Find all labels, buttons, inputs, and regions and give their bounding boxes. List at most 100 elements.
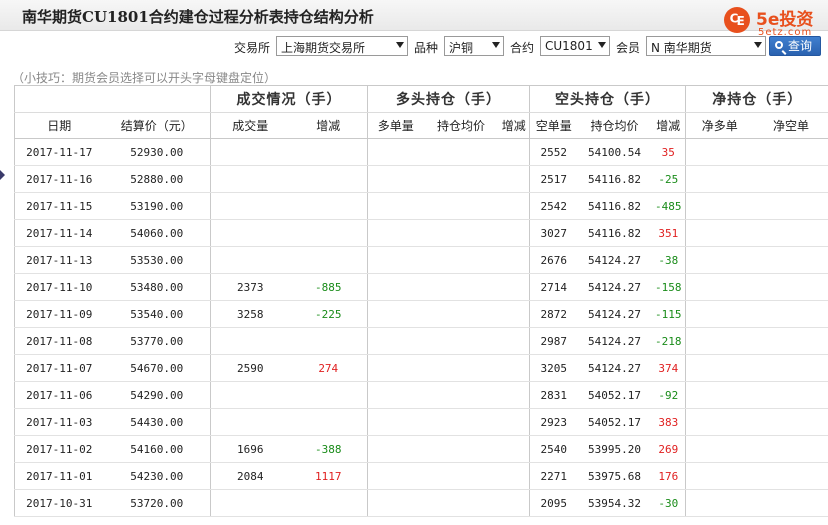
cell-short-avg: 54124.27 bbox=[577, 354, 652, 382]
cell-volume: 2590 bbox=[210, 354, 290, 382]
cell-volume: 2373 bbox=[210, 273, 290, 301]
cell-volume-change bbox=[289, 165, 368, 193]
cell-long-qty bbox=[367, 219, 424, 247]
position-table: 成交情况（手） 多头持仓（手） 空头持仓（手） 净持仓（手） 日期 结算价（元）… bbox=[14, 85, 828, 517]
cell-date: 2017-10-31 bbox=[14, 489, 104, 517]
cell-long-change bbox=[498, 354, 530, 382]
cell-net-long bbox=[685, 327, 754, 355]
col-volume: 成交量 bbox=[210, 112, 290, 139]
cell-short-change: -158 bbox=[651, 273, 686, 301]
cell-net-long bbox=[685, 408, 754, 436]
member-select[interactable]: N 南华期货 bbox=[646, 36, 766, 56]
cell-short-change: -38 bbox=[651, 246, 686, 274]
col-volume-change: 增减 bbox=[289, 112, 368, 139]
chevron-down-icon bbox=[754, 42, 762, 48]
cell-long-avg bbox=[423, 165, 499, 193]
table-row: 2017-11-07 54670.00 2590 274 3205 54124.27 374 bbox=[14, 354, 828, 382]
exchange-label: 交易所 bbox=[234, 41, 271, 55]
chevron-down-icon bbox=[396, 42, 404, 48]
cell-settle: 53480.00 bbox=[103, 273, 211, 301]
cell-short-avg: 54124.27 bbox=[577, 327, 652, 355]
table-row: 2017-10-31 53720.00 2095 53954.32 -30 bbox=[14, 489, 828, 517]
cell-net-long bbox=[685, 219, 754, 247]
cell-short-qty: 2872 bbox=[529, 300, 578, 328]
table-body: 2017-11-17 52930.00 2552 54100.54 35 2017-11-… bbox=[14, 138, 828, 517]
cell-volume bbox=[210, 327, 290, 355]
cell-short-qty: 3205 bbox=[529, 354, 578, 382]
cell-date: 2017-11-07 bbox=[14, 354, 104, 382]
cell-net-long bbox=[685, 165, 754, 193]
cell-volume-change bbox=[289, 246, 368, 274]
cell-net-short bbox=[753, 246, 828, 274]
cell-long-change bbox=[498, 327, 530, 355]
table-row: 2017-11-17 52930.00 2552 54100.54 35 bbox=[14, 138, 828, 166]
cell-short-avg: 54116.82 bbox=[577, 165, 652, 193]
col-long-avg: 持仓均价 bbox=[423, 112, 499, 139]
cell-volume-change bbox=[289, 192, 368, 220]
cell-short-avg: 54052.17 bbox=[577, 408, 652, 436]
cell-long-change bbox=[498, 381, 530, 409]
cell-short-qty: 2540 bbox=[529, 435, 578, 463]
cell-short-change: -25 bbox=[651, 165, 686, 193]
col-short-qty: 空单量 bbox=[529, 112, 578, 139]
cell-short-change: 374 bbox=[651, 354, 686, 382]
cell-volume bbox=[210, 246, 290, 274]
cell-volume-change bbox=[289, 219, 368, 247]
cell-net-short bbox=[753, 462, 828, 490]
site-logo[interactable]: ₠ 5e投资 5etz.com bbox=[720, 4, 828, 38]
cell-net-short bbox=[753, 408, 828, 436]
cell-volume: 3258 bbox=[210, 300, 290, 328]
query-button[interactable]: 查询 bbox=[769, 36, 821, 56]
exchange-select[interactable]: 上海期货交易所 bbox=[276, 36, 408, 56]
contract-select[interactable]: CU1801 bbox=[540, 36, 610, 56]
cell-settle: 53770.00 bbox=[103, 327, 211, 355]
cell-long-avg bbox=[423, 381, 499, 409]
member-select-value: N 南华期货 bbox=[651, 41, 712, 55]
cell-settle: 53720.00 bbox=[103, 489, 211, 517]
cell-short-qty: 2542 bbox=[529, 192, 578, 220]
cell-short-avg: 54124.27 bbox=[577, 246, 652, 274]
cell-volume-change bbox=[289, 381, 368, 409]
cell-short-qty: 2552 bbox=[529, 138, 578, 166]
cell-short-qty: 2923 bbox=[529, 408, 578, 436]
cell-net-long bbox=[685, 138, 754, 166]
cell-long-avg bbox=[423, 300, 499, 328]
cell-date: 2017-11-10 bbox=[14, 273, 104, 301]
cell-settle: 53190.00 bbox=[103, 192, 211, 220]
cell-net-short bbox=[753, 219, 828, 247]
cell-settle: 54290.00 bbox=[103, 381, 211, 409]
cell-short-avg: 54116.82 bbox=[577, 219, 652, 247]
row-pointer-icon bbox=[0, 170, 5, 180]
cell-short-qty: 2271 bbox=[529, 462, 578, 490]
cell-settle: 53540.00 bbox=[103, 300, 211, 328]
cell-short-change: -485 bbox=[651, 192, 686, 220]
cell-date: 2017-11-17 bbox=[14, 138, 104, 166]
variety-select[interactable]: 沪铜 bbox=[444, 36, 504, 56]
cell-long-qty bbox=[367, 246, 424, 274]
table-row: 2017-11-15 53190.00 2542 54116.82 -485 bbox=[14, 192, 828, 220]
contract-label: 合约 bbox=[510, 41, 535, 55]
cell-volume bbox=[210, 219, 290, 247]
cell-long-change bbox=[498, 408, 530, 436]
variety-select-value: 沪铜 bbox=[449, 41, 474, 55]
cell-long-qty bbox=[367, 354, 424, 382]
cell-net-short bbox=[753, 381, 828, 409]
cell-volume bbox=[210, 408, 290, 436]
table-row: 2017-11-02 54160.00 1696 -388 2540 53995.20 26… bbox=[14, 435, 828, 463]
cell-long-qty bbox=[367, 381, 424, 409]
logo-mark-icon: ₠ bbox=[724, 7, 750, 33]
cell-long-qty bbox=[367, 165, 424, 193]
cell-short-qty: 2095 bbox=[529, 489, 578, 517]
cell-long-change bbox=[498, 165, 530, 193]
table-row: 2017-11-16 52880.00 2517 54116.82 -25 bbox=[14, 165, 828, 193]
cell-long-qty bbox=[367, 192, 424, 220]
filter-bar: 交易所 上海期货交易所 品种 沪铜 合约 CU1801 会员 N 南华期货 bbox=[0, 36, 828, 58]
cell-net-short bbox=[753, 165, 828, 193]
col-short-avg: 持仓均价 bbox=[577, 112, 652, 139]
cell-volume: 1696 bbox=[210, 435, 290, 463]
cell-net-long bbox=[685, 489, 754, 517]
query-button-label: 查询 bbox=[788, 39, 813, 53]
cell-long-change bbox=[498, 300, 530, 328]
cell-net-short bbox=[753, 354, 828, 382]
col-long-change: 增减 bbox=[498, 112, 530, 139]
